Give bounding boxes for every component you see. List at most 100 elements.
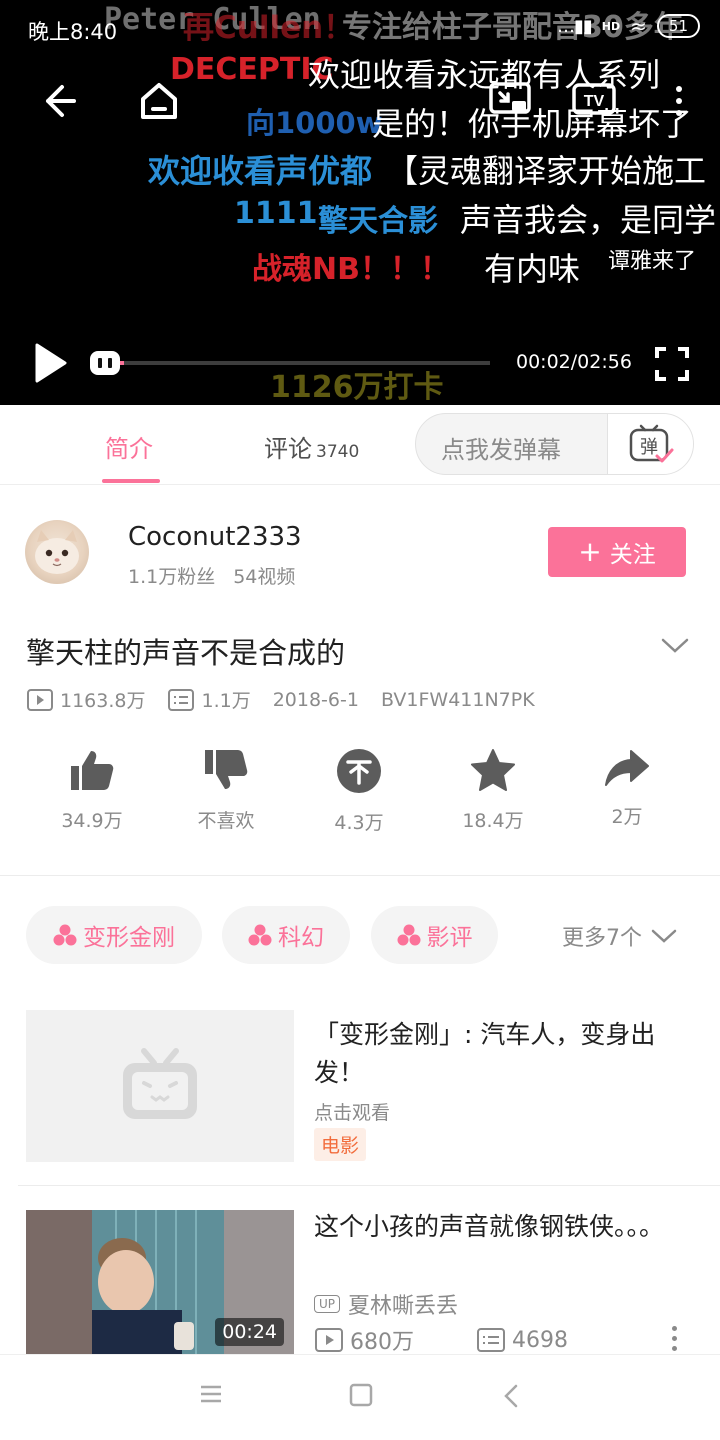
tab-comments-label: 评论 xyxy=(264,435,312,463)
related-uploader-name: 夏林嘶丢丢 xyxy=(348,1294,459,1319)
video-title: 擎天柱的声音不是合成的 xyxy=(26,636,346,670)
like-button[interactable]: 34.9万 xyxy=(42,748,142,833)
danmaku-text: 再Cullen！ xyxy=(183,10,355,46)
back-nav-icon[interactable] xyxy=(500,1383,522,1413)
playback-time: 00:02/02:56 xyxy=(516,351,632,373)
danmaku-count-icon xyxy=(168,688,195,711)
divider xyxy=(0,875,720,876)
more-icon[interactable] xyxy=(664,78,694,124)
danmaku-text: 欢迎收看声优都 xyxy=(148,152,373,190)
wifi-icon: ≈ xyxy=(630,14,647,38)
danmaku-text: 向1000w xyxy=(246,106,383,140)
bvid: BV1FW411N7PK xyxy=(380,688,535,711)
dislike-button[interactable]: 不喜欢 xyxy=(176,748,276,833)
send-danmaku-button[interactable]: 弹 xyxy=(607,414,693,474)
follow-button[interactable]: + 关注 xyxy=(548,527,686,577)
status-icons: …▮▮ HD ≈ 51 xyxy=(557,14,700,38)
tag-icon xyxy=(248,924,272,946)
uploader-fans: 1.1万粉丝 xyxy=(128,566,216,588)
danmaku-text: 【灵魂翻译家开始施工 xyxy=(386,152,707,190)
comment-count: 3740 xyxy=(316,442,360,462)
coin-button[interactable]: 4.3万 xyxy=(309,748,409,835)
share-button[interactable]: 2万 xyxy=(577,748,677,829)
related-thumbnail[interactable]: 00:24 xyxy=(26,1210,294,1354)
bilibili-tv-icon xyxy=(123,1048,197,1119)
related-title[interactable]: 这个小孩的声音就像钢铁侠。。。 xyxy=(314,1208,704,1246)
coin-count: 4.3万 xyxy=(334,812,384,834)
tab-comments[interactable]: 评论 3740 xyxy=(264,429,359,464)
play-count-icon xyxy=(315,1328,343,1352)
danmaku-send-icon: 弹 xyxy=(629,424,673,463)
danmaku-count-value: 1.1万 xyxy=(201,690,251,712)
square-icon[interactable] xyxy=(349,1383,373,1411)
tag-label: 变形金刚 xyxy=(83,925,175,951)
related-danmaku: 4698 xyxy=(512,1327,568,1353)
system-navigation-bar xyxy=(0,1354,720,1440)
danmaku-text: 有内味 xyxy=(484,250,581,288)
tab-intro[interactable]: 简介 xyxy=(105,429,153,464)
cast-icon[interactable] xyxy=(486,80,534,120)
tab-underline xyxy=(102,479,160,483)
more-tags-button[interactable]: 更多7个 xyxy=(562,920,678,952)
tv-icon[interactable]: TV xyxy=(570,80,618,120)
svg-text:弹: 弹 xyxy=(640,437,658,458)
divider xyxy=(18,1185,720,1186)
publish-date: 2018-6-1 xyxy=(272,688,359,711)
related-subtitle: 点击观看 xyxy=(314,1102,391,1124)
tag-chip[interactable]: 科幻 xyxy=(222,906,350,964)
video-meta: 1163.8万 1.1万 2018-6-1 BV1FW411N7PK xyxy=(26,686,557,713)
danmaku-input[interactable]: 点我发弹幕 弹 xyxy=(415,413,694,475)
coin-icon xyxy=(337,749,381,793)
related-title[interactable]: 「变形金刚」: 汽车人，变身出发！ xyxy=(314,1016,704,1092)
danmaku-text: 擎天合影 xyxy=(318,204,438,239)
danmaku-text: 1126万打卡 xyxy=(270,370,444,405)
like-count: 34.9万 xyxy=(61,810,123,832)
related-stats: 680万 4698 xyxy=(314,1324,568,1356)
signal-icon: …▮▮ xyxy=(556,15,593,37)
danmaku-count-icon xyxy=(477,1328,505,1352)
danmaku-toggle-icon[interactable] xyxy=(88,348,122,378)
svg-text:TV: TV xyxy=(584,93,605,110)
tag-label: 影评 xyxy=(426,925,473,951)
fullscreen-icon[interactable] xyxy=(654,346,690,382)
status-time: 晚上8:40 xyxy=(28,20,118,44)
tag-label: 科幻 xyxy=(278,925,324,951)
chevron-down-icon[interactable] xyxy=(660,636,690,660)
tag-icon xyxy=(397,924,420,946)
avatar[interactable] xyxy=(25,520,89,584)
video-player[interactable]: 晚上8:40 …▮▮ HD ≈ 51 Peter Cullen 再Cullen！… xyxy=(0,0,720,405)
tag-chip[interactable]: 影评 xyxy=(371,906,498,964)
plus-icon: + xyxy=(578,535,602,568)
share-count: 2万 xyxy=(611,806,643,828)
back-icon[interactable] xyxy=(36,78,82,124)
tag-chip[interactable]: 变形金刚 xyxy=(26,906,202,964)
more-tags-label: 更多7个 xyxy=(562,926,642,951)
favorite-button[interactable]: 18.4万 xyxy=(443,748,543,833)
uploader-name[interactable]: Coconut2333 xyxy=(128,522,302,552)
play-icon[interactable] xyxy=(28,340,72,386)
chevron-down-icon xyxy=(651,929,677,943)
up-badge: UP xyxy=(314,1295,341,1313)
view-count-value: 1163.8万 xyxy=(60,690,146,712)
uploader-videos: 54视频 xyxy=(233,566,296,588)
progress-bar[interactable] xyxy=(120,361,490,365)
related-uploader[interactable]: UP 夏林嘶丢丢 xyxy=(314,1288,458,1320)
share-icon xyxy=(605,750,649,786)
home-icon[interactable] xyxy=(136,78,182,124)
danmaku-input-placeholder: 点我发弹幕 xyxy=(441,436,561,464)
related-thumbnail-placeholder[interactable] xyxy=(26,1010,294,1162)
dislike-label: 不喜欢 xyxy=(197,810,255,832)
danmaku-text: 谭雅来了 xyxy=(608,249,697,274)
tab-bar: 简介 评论 3740 点我发弹幕 弹 xyxy=(0,405,720,485)
more-options-icon[interactable] xyxy=(672,1326,677,1351)
danmaku-text: 1111. xyxy=(234,196,329,231)
danmaku-count: 1.1万 xyxy=(167,686,251,713)
danmaku-text: 战魂NB！！！ xyxy=(252,252,450,287)
network-label: HD xyxy=(601,19,621,33)
favorite-count: 18.4万 xyxy=(462,810,524,832)
menu-icon[interactable] xyxy=(198,1383,224,1409)
movie-badge: 电影 xyxy=(314,1128,367,1161)
danmaku-text: 声音我会，是同学 xyxy=(460,201,717,239)
tag-icon xyxy=(53,924,77,946)
star-icon xyxy=(471,749,515,791)
